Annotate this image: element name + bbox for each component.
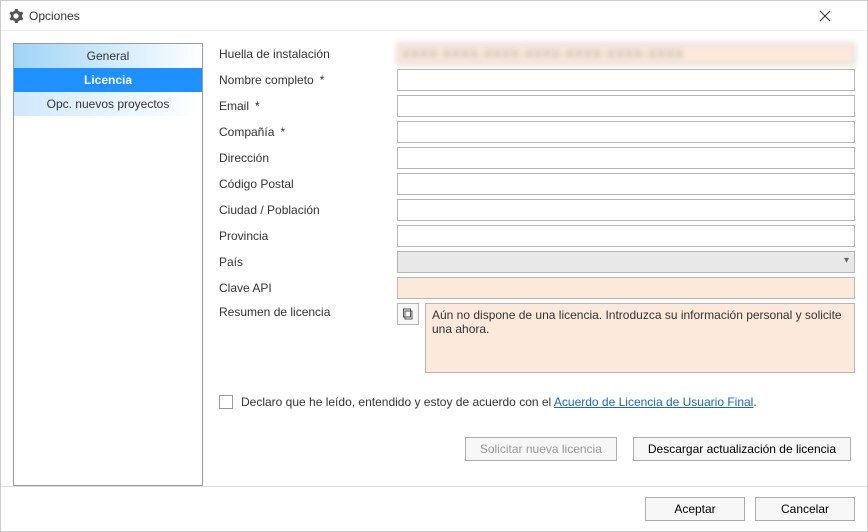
dialog-body: General Licencia Opc. nuevos proyectos H… xyxy=(1,31,867,486)
address-field[interactable] xyxy=(397,147,855,169)
email-input[interactable] xyxy=(397,95,855,117)
gear-icon xyxy=(9,9,23,23)
api-key-field[interactable] xyxy=(397,277,855,299)
accept-button[interactable]: Aceptar xyxy=(645,497,745,521)
province-input[interactable] xyxy=(397,225,855,247)
installation-fingerprint-field xyxy=(397,43,855,65)
installation-fingerprint-value xyxy=(397,43,855,65)
city-field[interactable] xyxy=(397,199,855,221)
close-button[interactable] xyxy=(819,10,859,22)
label-full-name: Nombre completo* xyxy=(219,69,389,91)
label-postal: Código Postal xyxy=(219,173,389,195)
label-company: Compañía* xyxy=(219,121,389,143)
postal-field[interactable] xyxy=(397,173,855,195)
titlebar: Opciones xyxy=(1,1,867,31)
company-input[interactable] xyxy=(397,121,855,143)
province-field[interactable] xyxy=(397,225,855,247)
eula-row: Declaro que he leído, entendido y estoy … xyxy=(219,395,855,409)
cancel-button[interactable]: Cancelar xyxy=(755,497,855,521)
api-key-input[interactable] xyxy=(397,277,855,299)
sidebar-item-licencia[interactable]: Licencia xyxy=(14,68,202,92)
sidebar-item-general[interactable]: General xyxy=(14,44,202,68)
company-field[interactable] xyxy=(397,121,855,143)
request-license-button[interactable]: Solicitar nueva licencia xyxy=(465,437,617,461)
country-field[interactable]: ▾ xyxy=(397,251,855,273)
copy-icon xyxy=(402,308,414,320)
eula-link[interactable]: Acuerdo de Licencia de Usuario Final xyxy=(554,395,753,409)
label-api-key: Clave API xyxy=(219,277,389,299)
main-panel: Huella de instalación Nombre completo* E… xyxy=(219,43,855,486)
full-name-field[interactable] xyxy=(397,69,855,91)
email-field[interactable] xyxy=(397,95,855,117)
country-select[interactable] xyxy=(397,251,855,273)
label-address: Dirección xyxy=(219,147,389,169)
label-license-summary: Resumen de licencia xyxy=(219,303,389,325)
sidebar: General Licencia Opc. nuevos proyectos xyxy=(13,43,203,486)
options-dialog: Opciones General Licencia Opc. nuevos pr… xyxy=(0,0,868,532)
dialog-footer: Aceptar Cancelar xyxy=(1,486,867,531)
label-province: Provincia xyxy=(219,225,389,247)
copy-summary-button[interactable] xyxy=(397,303,419,325)
license-summary-text: Aún no dispone de una licencia. Introduz… xyxy=(425,303,855,373)
postal-input[interactable] xyxy=(397,173,855,195)
eula-text: Declaro que he leído, entendido y estoy … xyxy=(241,395,757,409)
chevron-down-icon: ▾ xyxy=(844,255,849,266)
license-summary-cell: Aún no dispone de una licencia. Introduz… xyxy=(397,303,855,373)
label-installation-fingerprint: Huella de instalación xyxy=(219,43,389,65)
address-input[interactable] xyxy=(397,147,855,169)
license-form: Huella de instalación Nombre completo* E… xyxy=(219,43,855,373)
window-title: Opciones xyxy=(29,9,819,23)
city-input[interactable] xyxy=(397,199,855,221)
full-name-input[interactable] xyxy=(397,69,855,91)
sidebar-item-nuevos-proyectos[interactable]: Opc. nuevos proyectos xyxy=(14,92,202,116)
label-email: Email* xyxy=(219,95,389,117)
download-license-update-button[interactable]: Descargar actualización de licencia xyxy=(633,437,851,461)
label-city: Ciudad / Población xyxy=(219,199,389,221)
label-country: País xyxy=(219,251,389,273)
eula-checkbox[interactable] xyxy=(219,395,233,409)
license-actions: Solicitar nueva licencia Descargar actua… xyxy=(219,437,855,471)
